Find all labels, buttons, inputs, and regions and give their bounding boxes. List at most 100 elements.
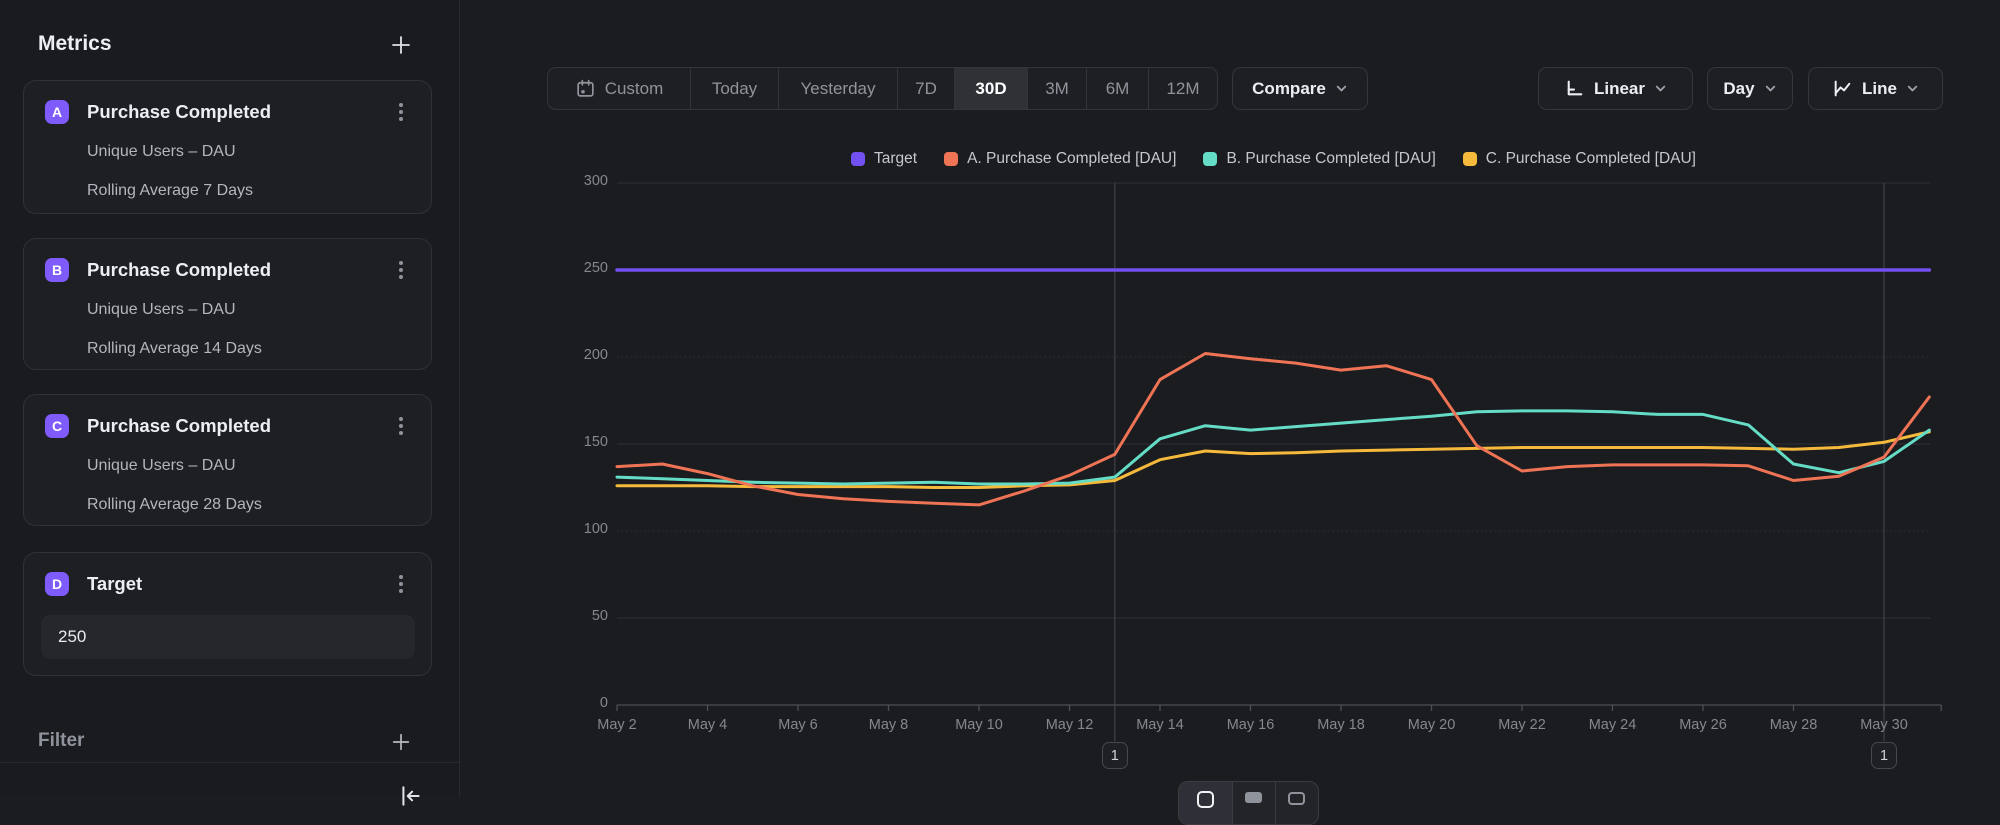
- view-toggle-summary[interactable]: [1233, 782, 1275, 824]
- chevron-down-icon: [1654, 82, 1667, 95]
- x-axis-label: May 22: [1477, 717, 1567, 733]
- x-axis-label: May 14: [1115, 717, 1205, 733]
- legend-swatch: [944, 152, 958, 166]
- legend-label: Target: [874, 150, 917, 168]
- granularity-label: Day: [1723, 79, 1754, 99]
- legend-swatch: [1463, 152, 1477, 166]
- sidebar-divider: [0, 762, 460, 763]
- legend-label: B. Purchase Completed [DAU]: [1226, 150, 1435, 168]
- line-chart-icon: [1832, 78, 1853, 99]
- y-axis-label-50: 50: [520, 608, 608, 624]
- calendar-icon: [575, 78, 596, 99]
- metric-menu-button[interactable]: [391, 413, 411, 439]
- metric-card-b[interactable]: B Purchase Completed Unique Users – DAU …: [23, 238, 432, 370]
- x-axis-label: May 4: [663, 717, 753, 733]
- annotation-badge-1[interactable]: 1: [1102, 742, 1128, 769]
- range-label: 6M: [1106, 79, 1130, 99]
- target-card[interactable]: D Target: [23, 552, 432, 676]
- metric-measure: Unique Users – DAU: [87, 143, 236, 161]
- legend-item-0[interactable]: Target: [851, 150, 917, 168]
- chevron-down-icon: [1906, 82, 1919, 95]
- metric-title: Purchase Completed: [87, 259, 271, 281]
- collapse-left-icon: [398, 783, 424, 809]
- scale-button[interactable]: Linear: [1538, 67, 1693, 110]
- series-line-3: [617, 432, 1929, 488]
- range-label: 30D: [975, 79, 1006, 99]
- target-title: Target: [87, 573, 142, 595]
- target-value-input[interactable]: [41, 615, 415, 659]
- range-7d[interactable]: 7D: [898, 68, 955, 109]
- range-custom[interactable]: Custom: [548, 68, 691, 109]
- metric-menu-button[interactable]: [391, 257, 411, 283]
- x-axis-label: May 8: [844, 717, 934, 733]
- x-axis-label: May 24: [1568, 717, 1658, 733]
- x-axis-label: May 6: [753, 717, 843, 733]
- view-toggle-chart[interactable]: [1179, 782, 1233, 824]
- x-axis-label: May 28: [1749, 717, 1839, 733]
- chart-view-toolbar: [1178, 781, 1319, 825]
- range-30d[interactable]: 30D: [955, 68, 1028, 109]
- sidebar-title: Metrics: [38, 32, 112, 56]
- metric-badge-a: A: [45, 100, 69, 124]
- range-3m[interactable]: 3M: [1028, 68, 1087, 109]
- filled-bar-icon: [1245, 792, 1262, 803]
- x-axis-label: May 18: [1296, 717, 1386, 733]
- metric-menu-button[interactable]: [391, 99, 411, 125]
- view-toggle-table[interactable]: [1276, 782, 1318, 824]
- plus-icon: [390, 731, 412, 753]
- rounded-square-icon: [1197, 791, 1214, 808]
- metric-transform: Rolling Average 14 Days: [87, 340, 262, 358]
- linear-scale-icon: [1564, 78, 1585, 99]
- metric-measure: Unique Users – DAU: [87, 457, 236, 475]
- x-axis-label: May 30: [1839, 717, 1929, 733]
- metric-badge-d: D: [45, 572, 69, 596]
- metric-transform: Rolling Average 7 Days: [87, 182, 253, 200]
- range-label: Custom: [605, 79, 664, 99]
- range-6m[interactable]: 6M: [1087, 68, 1149, 109]
- x-axis-label: May 16: [1206, 717, 1296, 733]
- add-metric-button[interactable]: [388, 32, 414, 58]
- legend-swatch: [1203, 152, 1217, 166]
- granularity-button[interactable]: Day: [1707, 67, 1793, 110]
- metric-title: Purchase Completed: [87, 415, 271, 437]
- legend-item-2[interactable]: B. Purchase Completed [DAU]: [1203, 150, 1435, 168]
- metric-badge-c: C: [45, 414, 69, 438]
- metric-badge-b: B: [45, 258, 69, 282]
- x-axis-label: May 12: [1025, 717, 1115, 733]
- metric-title: Purchase Completed: [87, 101, 271, 123]
- range-label: Yesterday: [801, 79, 876, 99]
- legend-item-3[interactable]: C. Purchase Completed [DAU]: [1463, 150, 1696, 168]
- scale-label: Linear: [1594, 79, 1645, 99]
- compare-label: Compare: [1252, 79, 1326, 99]
- add-filter-button[interactable]: [388, 729, 414, 755]
- y-axis-label-150: 150: [520, 434, 608, 450]
- target-menu-button[interactable]: [391, 571, 411, 597]
- metric-measure: Unique Users – DAU: [87, 301, 236, 319]
- plus-icon: [389, 33, 413, 57]
- series-line-2: [617, 411, 1929, 484]
- chevron-down-icon: [1764, 82, 1777, 95]
- filter-section-title: Filter: [38, 730, 84, 752]
- range-today[interactable]: Today: [691, 68, 779, 109]
- compare-button[interactable]: Compare: [1232, 67, 1368, 110]
- chart-type-button[interactable]: Line: [1808, 67, 1943, 110]
- legend-item-1[interactable]: A. Purchase Completed [DAU]: [944, 150, 1176, 168]
- range-label: 3M: [1045, 79, 1069, 99]
- legend-swatch: [851, 152, 865, 166]
- chevron-down-icon: [1335, 82, 1348, 95]
- metric-card-a[interactable]: A Purchase Completed Unique Users – DAU …: [23, 80, 432, 214]
- x-axis-label: May 20: [1387, 717, 1477, 733]
- collapse-sidebar-button[interactable]: [398, 783, 426, 811]
- y-axis-label-300: 300: [520, 173, 608, 189]
- date-range-selector: Custom Today Yesterday 7D 30D 3M 6M 12M: [547, 67, 1218, 110]
- metrics-sidebar: Metrics A Purchase Completed Unique User…: [0, 0, 460, 796]
- annotation-badge-2[interactable]: 1: [1871, 742, 1897, 769]
- chart-type-label: Line: [1862, 79, 1897, 99]
- range-yesterday[interactable]: Yesterday: [779, 68, 898, 109]
- metric-card-c[interactable]: C Purchase Completed Unique Users – DAU …: [23, 394, 432, 526]
- x-axis-label: May 10: [934, 717, 1024, 733]
- x-axis-label: May 26: [1658, 717, 1748, 733]
- chart-legend: Target A. Purchase Completed [DAU] B. Purc…: [617, 149, 1930, 169]
- range-12m[interactable]: 12M: [1149, 68, 1217, 109]
- y-axis-label-100: 100: [520, 521, 608, 537]
